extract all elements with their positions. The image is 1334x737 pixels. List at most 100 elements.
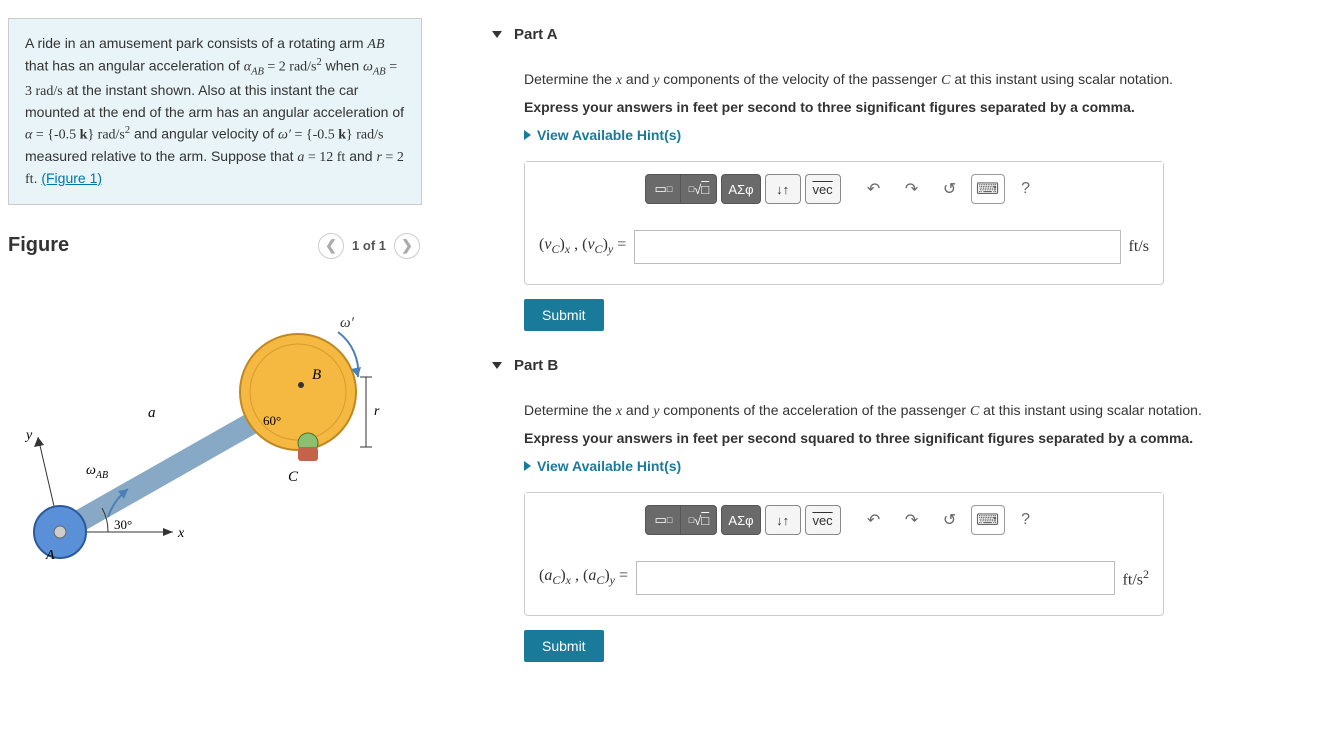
- text: at this instant using scalar notation.: [979, 402, 1202, 418]
- label-r: r: [374, 404, 380, 419]
- var-omega: ω: [363, 60, 373, 75]
- part-b-unit: ft/s2: [1123, 567, 1149, 589]
- undo-button[interactable]: ↶: [857, 505, 891, 535]
- help-button[interactable]: ?: [1009, 505, 1043, 535]
- label-30deg: 30°: [114, 517, 132, 532]
- eq: = {-0.5: [32, 128, 79, 143]
- label-A: A: [45, 548, 55, 563]
- caret-down-icon: [492, 362, 502, 369]
- problem-statement: A ride in an amusement park consists of …: [8, 18, 422, 205]
- label-60deg: 60°: [263, 413, 281, 428]
- text: that has an angular acceleration of: [25, 58, 244, 74]
- greek-button[interactable]: ΑΣφ: [721, 174, 760, 204]
- right-column: Part A Determine the x and y components …: [430, 0, 1334, 737]
- reset-button[interactable]: ↺: [933, 505, 967, 535]
- redo-button[interactable]: ↷: [895, 174, 929, 204]
- var-C: C: [970, 404, 979, 419]
- text: and: [345, 148, 376, 164]
- sub-ab: AB: [251, 66, 264, 77]
- label-x: x: [177, 526, 185, 541]
- part-b-answer-label: (aC)x , (aC)y =: [539, 567, 628, 588]
- part-a-instructions: Express your answers in feet per second …: [524, 99, 1304, 115]
- caret-right-icon: [524, 461, 531, 471]
- part-b-hints-toggle[interactable]: View Available Hint(s): [524, 458, 1304, 474]
- redo-button[interactable]: ↷: [895, 505, 929, 535]
- fig-prev-button[interactable]: ❮: [318, 233, 344, 259]
- eq: = 12 ft: [304, 150, 345, 165]
- text: and angular velocity of: [130, 126, 278, 142]
- label-B: B: [312, 367, 321, 383]
- part-a-submit-button[interactable]: Submit: [524, 299, 604, 331]
- keyboard-button[interactable]: ⌨: [971, 505, 1005, 535]
- text: and: [622, 402, 653, 418]
- text: when: [322, 58, 363, 74]
- caret-down-icon: [492, 31, 502, 38]
- sqrt-button[interactable]: □√□: [681, 505, 717, 535]
- figure-viewport[interactable]: y x r: [8, 269, 430, 609]
- part-a-title: Part A: [514, 26, 558, 43]
- keyboard-button[interactable]: ⌨: [971, 174, 1005, 204]
- part-a-hints-toggle[interactable]: View Available Hint(s): [524, 127, 1304, 143]
- k-hat: k: [338, 128, 346, 143]
- text: at this instant using scalar notation.: [950, 71, 1173, 87]
- caret-right-icon: [524, 130, 531, 140]
- sqrt-button[interactable]: □√□: [681, 174, 717, 204]
- hints-label: View Available Hint(s): [537, 458, 681, 474]
- figure-title: Figure: [8, 234, 69, 257]
- vec-button[interactable]: vec: [805, 174, 841, 204]
- reset-button[interactable]: ↺: [933, 174, 967, 204]
- text: and: [622, 71, 653, 87]
- part-a-answer-box: ▭□ □√□ ΑΣφ ↓↑ vec ↶ ↷ ↺ ⌨ ? (vC)x , (vC)…: [524, 161, 1164, 285]
- figure-link[interactable]: (Figure 1): [41, 170, 102, 186]
- eq: = 2 rad/s: [264, 60, 317, 75]
- figure-heading-row: Figure ❮ 1 of 1 ❯: [0, 213, 430, 269]
- subscript-button[interactable]: ↓↑: [765, 174, 801, 204]
- part-a-question: Determine the x and y components of the …: [524, 69, 1304, 91]
- part-b-submit-button[interactable]: Submit: [524, 630, 604, 662]
- part-a-header[interactable]: Part A: [490, 0, 1304, 69]
- template-button[interactable]: ▭□: [645, 505, 681, 535]
- left-column: A ride in an amusement park consists of …: [0, 0, 430, 737]
- template-button[interactable]: ▭□: [645, 174, 681, 204]
- var-omega-prime: ω′: [278, 128, 291, 143]
- part-b-toolbar: ▭□ □√□ ΑΣφ ↓↑ vec ↶ ↷ ↺ ⌨ ?: [525, 493, 1163, 547]
- part-b-answer-row: (aC)x , (aC)y = ft/s2: [525, 547, 1163, 615]
- part-b-header[interactable]: Part B: [490, 331, 1304, 400]
- figure-nav: ❮ 1 of 1 ❯: [318, 233, 420, 259]
- part-a-answer-label: (vC)x , (vC)y =: [539, 236, 626, 257]
- text: Determine the: [524, 71, 616, 87]
- greek-button[interactable]: ΑΣφ: [721, 505, 760, 535]
- part-a-body: Determine the x and y components of the …: [490, 69, 1304, 331]
- hints-label: View Available Hint(s): [537, 127, 681, 143]
- help-button[interactable]: ?: [1009, 174, 1043, 204]
- part-a-answer-input[interactable]: [634, 230, 1120, 264]
- text: at the instant shown. Also at this insta…: [25, 82, 404, 120]
- part-a-toolbar: ▭□ □√□ ΑΣφ ↓↑ vec ↶ ↷ ↺ ⌨ ?: [525, 162, 1163, 216]
- text: Determine the: [524, 402, 616, 418]
- vec-button[interactable]: vec: [805, 505, 841, 535]
- undo-button[interactable]: ↶: [857, 174, 891, 204]
- sub-ab: AB: [373, 66, 386, 77]
- text: components of the acceleration of the pa…: [659, 402, 970, 418]
- fig-next-button[interactable]: ❯: [394, 233, 420, 259]
- subscript-button[interactable]: ↓↑: [765, 505, 801, 535]
- var-alpha: α: [244, 60, 251, 75]
- part-b-instructions: Express your answers in feet per second …: [524, 430, 1304, 446]
- text: measured relative to the arm. Suppose th…: [25, 148, 297, 164]
- eq: = {-0.5: [291, 128, 338, 143]
- text: A ride in an amusement park consists of …: [25, 35, 367, 51]
- label-omega-prime: ω′: [340, 315, 355, 331]
- eq: } rad/s: [87, 128, 124, 143]
- var-AB: AB: [367, 37, 384, 52]
- label-y: y: [24, 428, 33, 443]
- label-omega-ab: ωAB: [86, 463, 108, 481]
- figure-diagram: y x r: [8, 277, 388, 597]
- part-b-answer-input[interactable]: [636, 561, 1115, 595]
- part-b-answer-box: ▭□ □√□ ΑΣφ ↓↑ vec ↶ ↷ ↺ ⌨ ? (aC)x , (aC)…: [524, 492, 1164, 616]
- part-b-title: Part B: [514, 357, 558, 374]
- fig-nav-label: 1 of 1: [352, 238, 386, 253]
- part-a-unit: ft/s: [1129, 238, 1149, 256]
- text: components of the velocity of the passen…: [659, 71, 941, 87]
- part-a-answer-row: (vC)x , (vC)y = ft/s: [525, 216, 1163, 284]
- part-b-body: Determine the x and y components of the …: [490, 400, 1304, 662]
